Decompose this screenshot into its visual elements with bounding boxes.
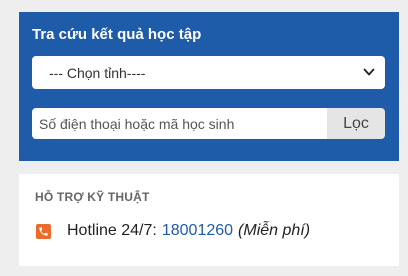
province-select[interactable]: --- Chọn tỉnh---- bbox=[32, 56, 385, 89]
hotline-note: (Miễn phí) bbox=[238, 222, 311, 239]
chevron-down-icon bbox=[363, 68, 375, 76]
support-heading: HỖ TRỢ KỸ THUẬT bbox=[35, 190, 150, 204]
hotline-number-link[interactable]: 18001260 bbox=[162, 222, 233, 240]
result-lookup-panel: Tra cứu kết quả học tập --- Chọn tỉnh---… bbox=[19, 12, 399, 161]
search-group: Lọc bbox=[32, 108, 385, 139]
hotline-label: Hotline 24/7: bbox=[67, 222, 157, 239]
phone-or-student-id-input[interactable] bbox=[32, 108, 327, 139]
hotline-row: Hotline 24/7: 18001260 (Miễn phí) bbox=[36, 222, 310, 240]
lookup-title: Tra cứu kết quả học tập bbox=[32, 26, 202, 43]
filter-button[interactable]: Lọc bbox=[327, 108, 385, 139]
phone-icon bbox=[36, 223, 51, 239]
province-select-value: --- Chọn tỉnh---- bbox=[49, 64, 146, 81]
technical-support-card: HỖ TRỢ KỸ THUẬT Hotline 24/7: 18001260 (… bbox=[19, 174, 399, 266]
